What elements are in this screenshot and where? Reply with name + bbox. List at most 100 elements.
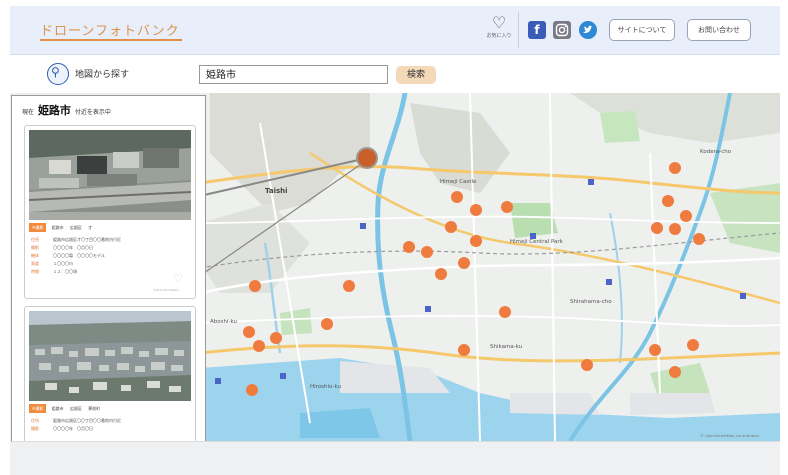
tag-primary[interactable]: ※撮影 [29,404,47,413]
port-area [630,393,715,415]
info-row: 高度 １〇〇〇ｍ [31,261,73,266]
river [609,212,623,364]
photo-pin[interactable] [253,340,265,352]
photo-pin[interactable] [581,359,593,371]
twitter-icon[interactable] [579,21,597,39]
heart-icon: ♡ [491,13,507,32]
tag[interactable]: 才 [88,223,92,232]
photo-pin[interactable] [499,306,511,318]
result-panel: 現在 姫路市 付近を表示中 ※撮影 姫路市 広畑区 才 住所 姫路市広畑区才〇丁… [11,95,206,444]
tag[interactable]: 姫路市 [52,404,64,413]
map-label: Taishi [265,187,288,195]
tag-list: ※撮影 姫路市 広畑区 才 [29,223,97,232]
site-header: ドローンフォトバンク ♡ お気に入り f サイトについて お問い合わせ [10,6,780,55]
map-label: Shirahama-cho [570,299,612,305]
info-row: 機体 〇〇〇〇製 〇〇〇〇モデル [31,253,105,258]
panel-heading: 現在 姫路市 付近を表示中 [22,102,111,118]
photo-pin[interactable] [669,162,681,174]
photo-card[interactable]: ※撮影 姫路市 広畑区 才 住所 姫路市広畑区才〇丁目〇〇番地内付近 撮影 〇〇〇〇… [24,125,196,299]
selected-photo-pin[interactable] [356,147,378,169]
tag[interactable]: 広畑区 [70,404,82,413]
tag-list: ※撮影 姫路市 広畑区 夢前町 [29,404,105,413]
photo-pin[interactable] [680,210,692,222]
bay [300,408,380,438]
search-icon-wrap: ⚲ [47,63,69,85]
favorites-label: お気に入り [486,33,512,39]
page-frame: ドローンフォトバンク ♡ お気に入り f サイトについて お問い合わせ ⚲ 地図… [10,6,780,475]
photo-pin[interactable] [470,235,482,247]
photo-pin[interactable] [470,204,482,216]
map-label: Aboshi-ku [210,319,237,325]
mountain-area [210,93,370,213]
photo-pin[interactable] [421,246,433,258]
tag[interactable]: 広畑区 [70,223,82,232]
photo-card[interactable]: ※撮影 姫路市 広畑区 夢前町 住所 姫路市広畑区〇〇丁目〇〇番地内付近 撮影 〇〇… [24,306,196,443]
photo-pin[interactable] [458,257,470,269]
photo-credit: ©DroneFotoBank [153,288,180,292]
photo-pin[interactable] [669,223,681,235]
photo-pin[interactable] [246,384,258,396]
map-search-label: 地図から探す [75,70,130,80]
map-attribution: © OpenStreetMap contributors [700,433,759,438]
panel-prefix: 現在 [22,109,35,116]
port-area [340,361,450,393]
aerial-photo[interactable] [29,130,191,220]
facebook-icon[interactable]: f [528,21,546,39]
photo-pin[interactable] [693,233,705,245]
map-label: Hiroshio-ku [310,384,341,390]
photo-pin[interactable] [403,241,415,253]
info-row: 住所 姫路市広畑区才〇丁目〇〇番地内付近 [31,237,121,242]
info-row: 撮影 〇〇〇〇年 〇月〇日 [31,426,93,431]
instagram-glyph [555,23,569,37]
photo-pin[interactable] [669,366,681,378]
photo-pin[interactable] [435,268,447,280]
contact-button[interactable]: お問い合わせ [687,19,751,41]
photo-pin[interactable] [501,201,513,213]
search-button[interactable]: 検索 [396,66,436,84]
photo-pin[interactable] [687,339,699,351]
current-city: 姫路市 [37,104,71,117]
photo-pin[interactable] [649,344,661,356]
aerial-photo[interactable] [29,311,191,401]
photo-pin[interactable] [249,280,261,292]
mountain-area [200,203,310,293]
aerial-photo-image [29,311,191,401]
search-bar: ⚲ 地図から探す 姫路市 検索 [10,55,780,93]
search-input[interactable]: 姫路市 [199,65,388,84]
park-area [600,111,640,143]
tag[interactable]: 姫路市 [52,223,64,232]
photo-pin[interactable] [662,195,674,207]
search-icon: ⚲ [51,65,60,79]
footer-bar [10,441,780,475]
about-button[interactable]: サイトについて [609,19,675,41]
photo-pin[interactable] [445,221,457,233]
map-label: Kodera-cho [700,149,732,155]
photo-pin[interactable] [458,344,470,356]
aerial-photo-image [29,130,191,220]
photo-pin[interactable] [451,191,463,203]
photo-pin[interactable] [243,326,255,338]
favorites-button[interactable]: ♡ お気に入り [484,14,514,48]
info-row: 時間 １２：〇〇頃 [31,269,77,274]
photo-pin[interactable] [651,222,663,234]
poi-marker [606,279,612,285]
bird-glyph [583,25,593,33]
poi-marker [740,293,746,299]
photo-pin[interactable] [270,332,282,344]
header-divider [518,12,519,48]
poi-marker [280,373,286,379]
panel-suffix: 付近を表示中 [74,109,111,116]
site-logo[interactable]: ドローンフォトバンク [40,20,180,39]
poi-marker [215,378,221,384]
photo-pin[interactable] [321,318,333,330]
map-label: Himeji Central Park [510,239,564,245]
poi-marker [425,306,431,312]
photo-pin[interactable] [343,280,355,292]
poi-marker [588,179,594,185]
instagram-icon[interactable] [553,21,571,39]
tag-primary[interactable]: ※撮影 [29,223,47,232]
tag[interactable]: 夢前町 [88,404,100,413]
logo-underline [40,39,182,41]
map-label: Shikama-ku [490,344,522,350]
favorite-heart-icon[interactable]: ♡ [173,272,183,285]
